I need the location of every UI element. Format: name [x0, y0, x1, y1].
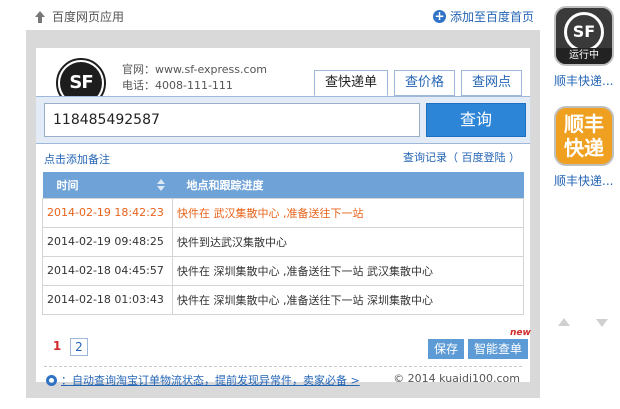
sidebar-app-label[interactable]: 顺丰快递...	[554, 72, 618, 89]
row-time: 2014-02-19 18:42:23	[42, 197, 173, 228]
baidu-login-link[interactable]: （ 百度登陆 ）	[447, 151, 520, 164]
tab-track[interactable]: 查快递单	[313, 70, 388, 96]
table-row: 2014-02-18 04:45:57 快件在 深圳集散中心 ,准备送往下一站 …	[42, 255, 524, 286]
company-phone: 电话：4008-111-111	[122, 79, 233, 92]
company-info: 官网：www.sf-express.com 电话：4008-111-111	[122, 62, 267, 94]
promo-text[interactable]: ：自动查询淘宝订单物流状态，提前发现异常件，卖家必备 >	[61, 372, 360, 388]
breadcrumb-label[interactable]: 百度网页应用	[52, 8, 124, 25]
app-sidebar: SF 运行中 顺丰快递... 顺丰快递 顺丰快递...	[548, 0, 620, 409]
sidebar-app-sf-express[interactable]: 顺丰快递 顺丰快递...	[554, 106, 614, 189]
row-progress: 快件在 深圳集散中心 ,准备送往下一站 武汉集散中心	[172, 255, 524, 286]
table-row: 2014-02-18 01:03:43 快件在 深圳集散中心 ,准备送往下一站 …	[42, 284, 524, 315]
search-area: 查询	[36, 96, 530, 144]
company-website: 官网：www.sf-express.com	[122, 63, 268, 76]
history-link[interactable]: 查询记录	[403, 151, 447, 164]
row-time: 2014-02-18 01:03:43	[42, 284, 173, 315]
row-progress: 快件在 深圳集散中心 ,准备送往下一站 深圳集散中心	[172, 284, 524, 315]
copyright: © 2014 kuaidi100.com	[393, 372, 520, 385]
page-1: 1	[52, 339, 62, 353]
top-bar: 百度网页应用 + 添加至百度首页	[26, 0, 540, 30]
sort-icon[interactable]	[156, 179, 165, 191]
query-tabs: 查快递单 查价格 查网点	[313, 70, 522, 96]
row-progress: 快件到达武汉集散中心	[172, 226, 524, 257]
progress-column-header: 地点和跟踪进度	[172, 172, 524, 198]
time-column-header[interactable]: 时间	[42, 172, 173, 198]
sf-app-icon[interactable]: SF 运行中	[554, 6, 614, 66]
row-time: 2014-02-18 04:45:57	[42, 255, 173, 286]
new-badge: new	[510, 328, 531, 338]
row-time: 2014-02-19 09:48:25	[42, 226, 173, 257]
footer-divider	[44, 366, 522, 367]
scroll-down-icon[interactable]	[596, 319, 608, 327]
time-header-label: 时间	[56, 178, 79, 192]
tab-price[interactable]: 查价格	[393, 70, 455, 96]
table-row: 2014-02-19 18:42:23 快件在 武汉集散中心 ,准备送往下一站	[42, 197, 524, 228]
row-progress: 快件在 武汉集散中心 ,准备送往下一站	[172, 197, 524, 228]
add-note-link[interactable]: 点击添加备注	[44, 151, 110, 167]
sf-express-app-icon[interactable]: 顺丰快递	[554, 106, 614, 166]
query-button[interactable]: 查询	[426, 103, 526, 137]
table-header-row: 时间 地点和跟踪进度	[42, 172, 524, 198]
sf-express-icon-text: 顺丰快递	[564, 112, 604, 160]
express-query-panel: SF 官网：www.sf-express.com 电话：4008-111-111…	[36, 48, 531, 387]
add-to-home-link[interactable]: + 添加至百度首页	[432, 8, 534, 25]
table-row: 2014-02-19 09:48:25 快件到达武汉集散中心	[42, 226, 524, 257]
gear-icon	[46, 374, 57, 386]
history-links: 查询记录（ 百度登陆 ）	[403, 149, 520, 165]
breadcrumb[interactable]: 百度网页应用	[34, 8, 124, 25]
add-home-label[interactable]: 添加至百度首页	[450, 8, 534, 25]
sidebar-app-label[interactable]: 顺丰快递...	[554, 172, 618, 189]
plus-icon: +	[432, 9, 446, 23]
scroll-up-icon[interactable]	[558, 318, 570, 326]
sidebar-scroll-arrows	[558, 318, 608, 327]
app-frame: SF 官网：www.sf-express.com 电话：4008-111-111…	[26, 30, 540, 398]
tracking-table: 时间 地点和跟踪进度 2014-02-19 18:42:23 快件在 武汉集散中…	[42, 172, 524, 315]
tab-outlets[interactable]: 查网点	[460, 70, 522, 96]
home-up-icon	[34, 10, 46, 23]
pagination: 1 2	[48, 338, 88, 356]
smart-query-button[interactable]: 智能查单	[468, 339, 529, 359]
save-button[interactable]: 保存	[428, 339, 465, 359]
tracking-number-input[interactable]	[44, 103, 420, 137]
sidebar-app-sf-running[interactable]: SF 运行中 顺丰快递...	[554, 6, 614, 89]
page-2[interactable]: 2	[70, 338, 88, 356]
sf-logo-icon: SF	[564, 12, 604, 52]
running-label: 运行中	[556, 48, 612, 64]
taobao-promo-link[interactable]: ：自动查询淘宝订单物流状态，提前发现异常件，卖家必备 >	[46, 372, 360, 388]
